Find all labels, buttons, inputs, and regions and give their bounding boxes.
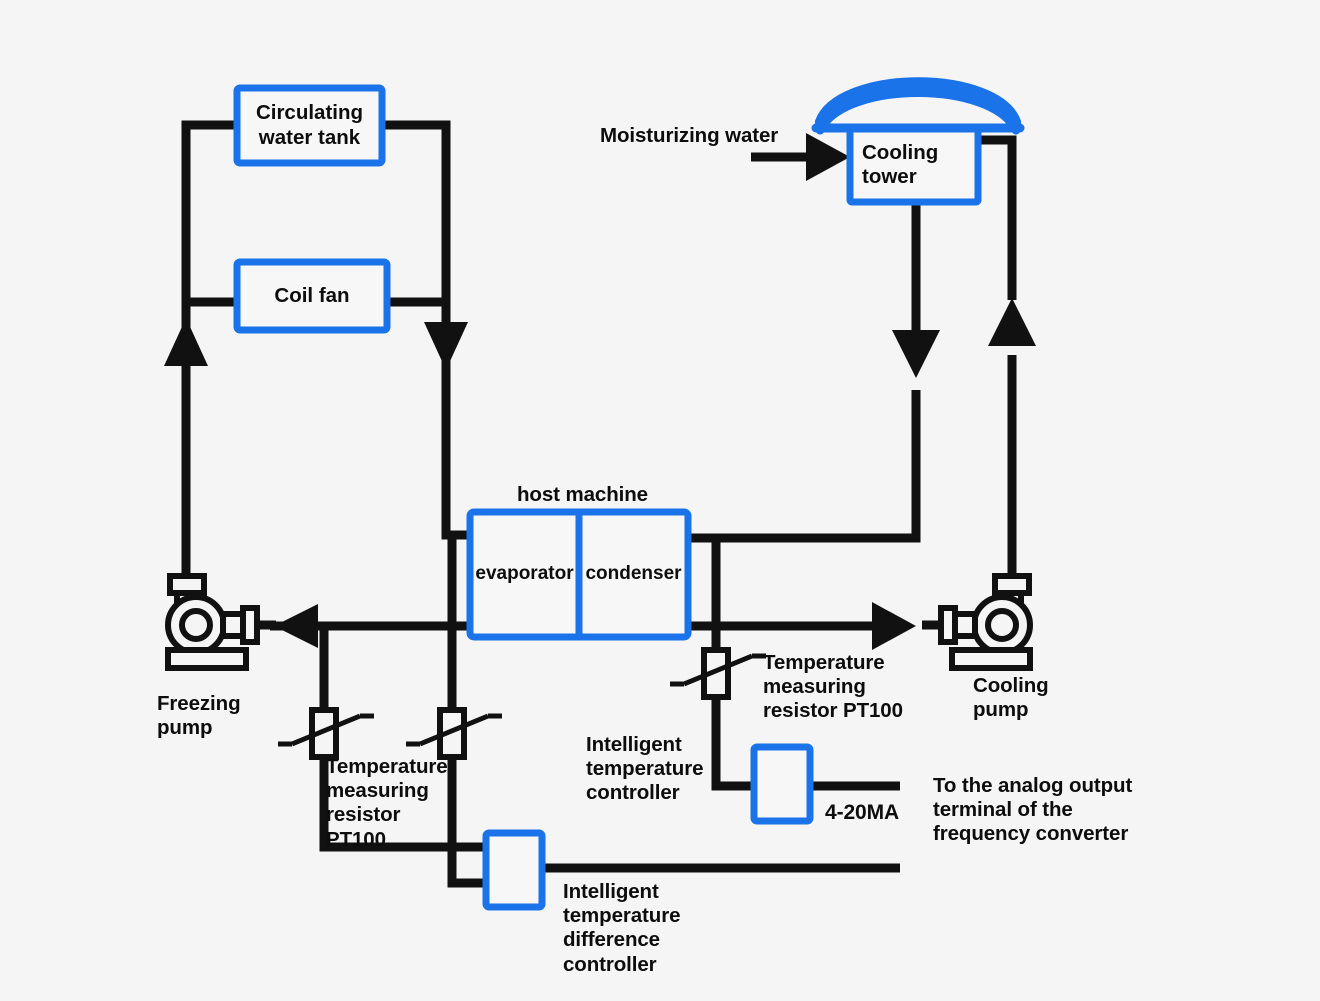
arrow-down-into-tower-drop [892,330,940,378]
arrow-up-to-coil-left [164,318,208,366]
coil-fan-box[interactable] [233,258,391,334]
pt100-sensor-3-symbol[interactable] [670,647,766,700]
cooling-pump-symbol[interactable] [922,563,1033,671]
moisturizing-water-label: Moisturizing water [600,124,779,147]
pt100-sensor-2-symbol[interactable] [406,707,502,760]
pipe-pt100-2-to-diff-controller [447,756,486,888]
pipe-pt100-3-to-signal-box [711,696,754,791]
pipe-tower-right-down [978,135,1017,300]
arrow-down-right-riser [424,322,468,370]
circulating-water-tank-box[interactable] [233,84,386,167]
frequency-converter-note-label: To the analog output terminal of the fre… [933,774,1133,846]
host-machine-label: host machine [517,483,648,506]
pt100-sensor-1-symbol[interactable] [278,707,374,760]
arrow-left-to-freezing-pump [274,604,318,648]
arrow-moisturizing-water-in [806,133,850,181]
arrow-right-to-cooling-pump [872,602,916,650]
pipe-tank-left-to-riser [181,120,237,302]
signal-4-20ma-label: 4-20MA [825,801,900,824]
intelligent-temperature-difference-controller-label: Intelligent temperature difference contr… [563,880,681,976]
pt100-left-label: Temperature measuring resistor PT100 [326,755,448,851]
freezing-pump-label: Freezing pump [157,692,241,740]
cooling-tower-box[interactable] [846,124,982,206]
difference-controller-box[interactable] [482,829,546,911]
pipe-tank-right-down [382,120,451,302]
intelligent-temperature-controller-label: Intelligent temperature controller [586,733,704,805]
pipe-condenser-to-tower [688,390,921,543]
diagram-canvas: Circulating water tank Coil fan Cooling … [0,0,1320,1001]
freezing-pump-symbol[interactable] [165,563,276,671]
signal-output-box[interactable] [750,743,814,825]
pt100-right-label: Temperature measuring resistor PT100 [763,651,903,723]
cooling-water-flow-arrows [806,133,1036,650]
cooling-pump-label: Cooling pump [973,674,1049,722]
schematic-svg [164,77,1036,911]
arrow-up-to-tower [988,298,1036,346]
